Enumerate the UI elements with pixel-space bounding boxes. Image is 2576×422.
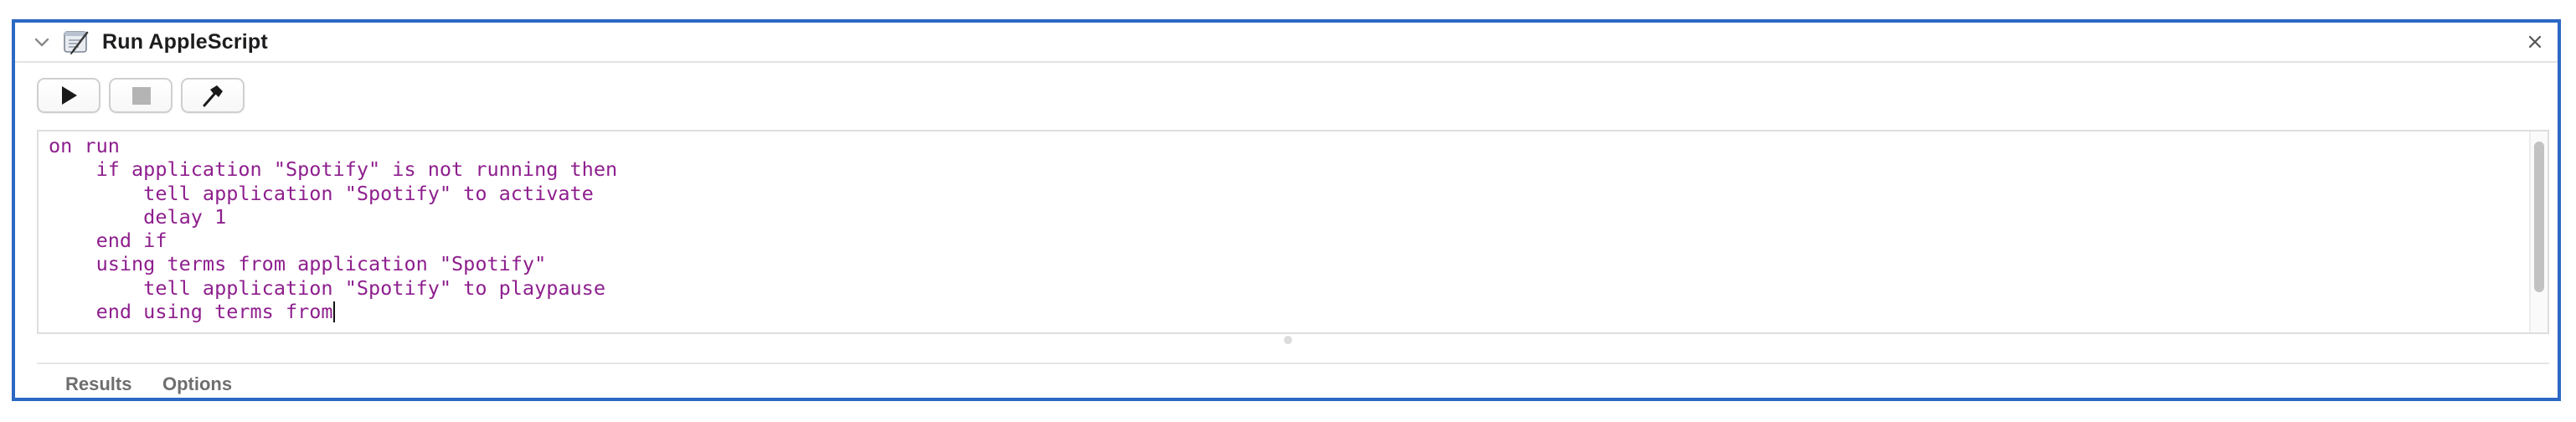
compile-button[interactable] xyxy=(181,78,245,113)
code-line: end if xyxy=(49,229,167,253)
hammer-icon xyxy=(203,85,223,107)
footer-divider xyxy=(37,363,2549,364)
code-line: if application "Spotify" is not running … xyxy=(49,157,618,182)
resize-handle[interactable] xyxy=(1284,336,1292,344)
code-line: delay 1 xyxy=(49,204,227,229)
play-icon xyxy=(62,86,77,105)
code-line: tell application "Spotify" to activate xyxy=(49,181,594,205)
stop-icon xyxy=(132,87,151,105)
code-line: on run xyxy=(49,134,120,157)
text-cursor xyxy=(332,301,335,323)
run-button[interactable] xyxy=(37,78,100,113)
action-header: Run AppleScript xyxy=(15,23,2558,63)
script-editor[interactable]: on run if application "Spotify" is not r… xyxy=(37,130,2549,334)
close-icon[interactable] xyxy=(2524,31,2546,53)
code-line: end using terms from xyxy=(49,300,333,324)
action-title: Run AppleScript xyxy=(102,30,268,54)
editor-scrollbar[interactable] xyxy=(2529,131,2548,332)
script-editor-icon xyxy=(64,31,89,54)
run-applescript-action-panel: Run AppleScript on run if application "S… xyxy=(12,19,2561,401)
script-code[interactable]: on run if application "Spotify" is not r… xyxy=(49,134,617,323)
tab-options[interactable]: Options xyxy=(162,373,232,395)
code-line: tell application "Spotify" to playpause xyxy=(49,275,605,300)
chevron-down-icon[interactable] xyxy=(32,33,52,53)
scrollbar-thumb[interactable] xyxy=(2534,142,2544,292)
code-line: using terms from application "Spotify" xyxy=(49,252,547,276)
tab-results[interactable]: Results xyxy=(65,373,131,395)
stop-button[interactable] xyxy=(109,78,173,113)
